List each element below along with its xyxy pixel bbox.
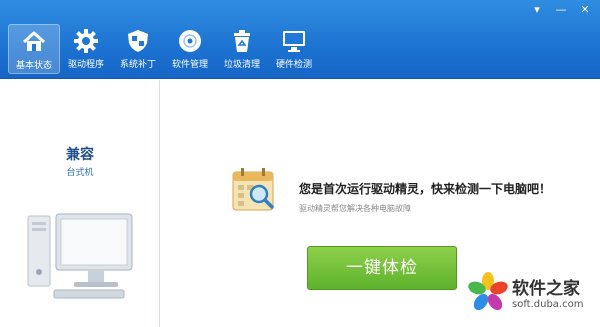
close-icon[interactable]: ✕	[578, 4, 592, 16]
nav-item-software[interactable]: 软件管理	[164, 24, 216, 74]
nav-item-label: 驱动程序	[67, 60, 104, 70]
main-nav: 基本状态 驱动程序 系统补丁 软件管理 垃圾清理 硬件检测	[8, 24, 320, 74]
nav-item-basic-status[interactable]: 基本状态	[8, 24, 60, 74]
watermark-title: 软件之家	[512, 279, 580, 299]
home-icon	[22, 31, 46, 51]
computer-type: 台式机	[66, 168, 94, 178]
nav-item-label: 基本状态	[15, 61, 52, 71]
welcome-headline: 您是首次运行驱动精灵，快来检测一下电脑吧！	[299, 182, 552, 196]
nav-item-hardware[interactable]: 硬件检测	[268, 24, 320, 74]
nav-item-label: 硬件检测	[275, 60, 312, 70]
monitor-icon	[283, 31, 305, 52]
disc-icon	[179, 30, 201, 52]
nav-item-system-patch[interactable]: 系统补丁	[112, 24, 164, 74]
shield-icon	[128, 30, 148, 52]
nav-item-drivers[interactable]: 驱动程序	[60, 24, 112, 74]
computer-name: 兼容	[66, 147, 94, 163]
window-controls: ▾ — ✕	[530, 4, 592, 16]
trash-icon	[234, 30, 250, 52]
calendar-magnifier-icon	[232, 168, 274, 211]
nav-item-cleanup[interactable]: 垃圾清理	[216, 24, 268, 74]
watermark-url: soft.duba.com	[512, 299, 584, 310]
welcome-subtext: 驱动精灵帮您解决各种电脑故障	[299, 204, 411, 213]
computer-info-panel: 兼容 台式机	[0, 80, 160, 327]
flower-logo-icon	[468, 272, 508, 311]
minimize-icon[interactable]: —	[554, 4, 568, 16]
menu-dropdown-icon[interactable]: ▾	[530, 4, 544, 16]
one-click-scan-button[interactable]: 一键体检	[307, 246, 457, 290]
watermark: 软件之家 soft.duba.com	[462, 268, 600, 327]
desktop-pc-icon	[27, 213, 133, 299]
nav-item-label: 软件管理	[171, 60, 208, 70]
nav-item-label: 垃圾清理	[223, 60, 260, 70]
top-toolbar: ▾ — ✕ 基本状态 驱动程序 系统补丁 软件管理 垃圾清理 硬件检测	[0, 0, 600, 79]
gear-icon	[74, 29, 98, 53]
nav-item-label: 系统补丁	[119, 60, 156, 70]
